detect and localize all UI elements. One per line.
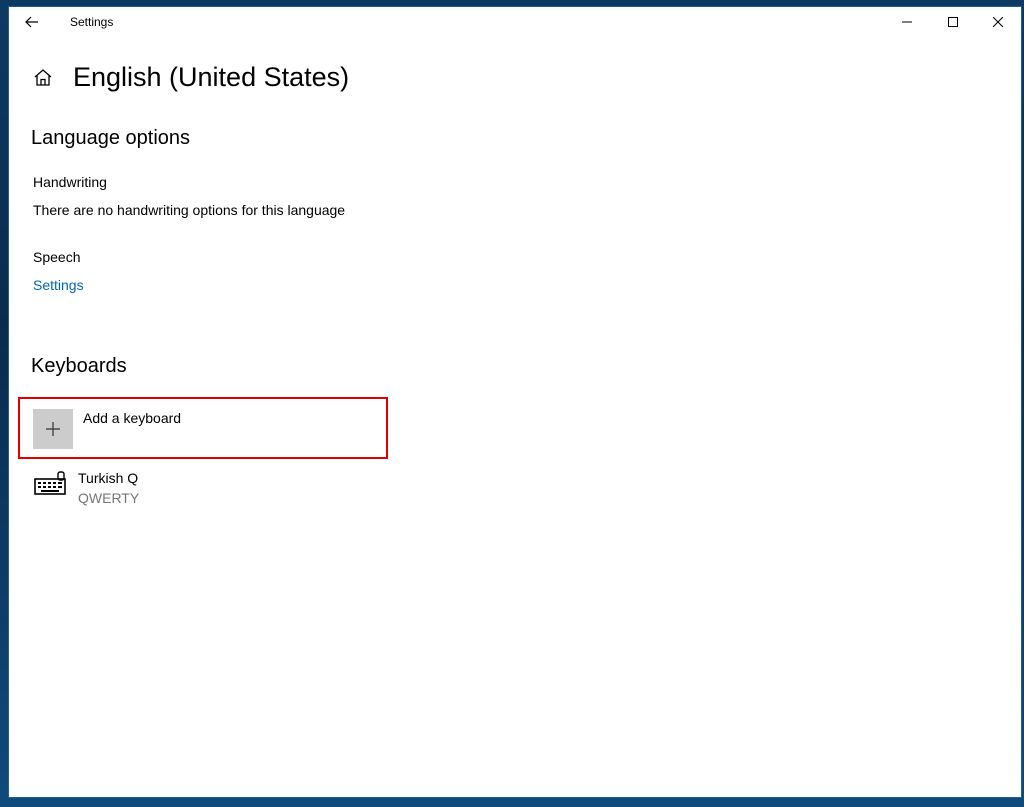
maximize-button[interactable]: [930, 7, 976, 37]
plus-icon: [46, 422, 60, 436]
maximize-icon: [948, 17, 958, 27]
keyboard-item-name: Turkish Q: [78, 470, 139, 486]
add-keyboard-button[interactable]: Add a keyboard: [18, 397, 388, 459]
speech-settings-link[interactable]: Settings: [33, 277, 84, 293]
back-arrow-icon: [25, 16, 38, 28]
title-bar: Settings: [9, 7, 1021, 37]
home-button[interactable]: [32, 67, 54, 89]
settings-window: Settings English (United States) Languag…: [9, 7, 1021, 797]
page-header: English (United States): [9, 59, 609, 99]
close-icon: [993, 17, 1003, 27]
window-title: Settings: [70, 15, 114, 29]
close-button[interactable]: [975, 7, 1021, 37]
keyboard-icon: [33, 470, 69, 498]
language-options-heading: Language options: [31, 127, 191, 149]
speech-label: Speech: [33, 249, 81, 265]
minimize-icon: [902, 21, 912, 23]
add-keyboard-plus-box: [33, 409, 73, 449]
back-button[interactable]: [17, 10, 47, 34]
handwriting-label: Handwriting: [33, 174, 107, 190]
minimize-button[interactable]: [884, 7, 930, 37]
handwriting-text: There are no handwriting options for thi…: [33, 202, 346, 218]
keyboards-heading: Keyboards: [31, 355, 127, 377]
keyboard-item-layout: QWERTY: [78, 490, 140, 506]
home-icon: [34, 69, 52, 86]
keyboard-item-turkish-q[interactable]: Turkish Q QWERTY: [31, 467, 391, 513]
add-keyboard-label: Add a keyboard: [83, 410, 182, 426]
page-title: English (United States): [73, 62, 350, 92]
